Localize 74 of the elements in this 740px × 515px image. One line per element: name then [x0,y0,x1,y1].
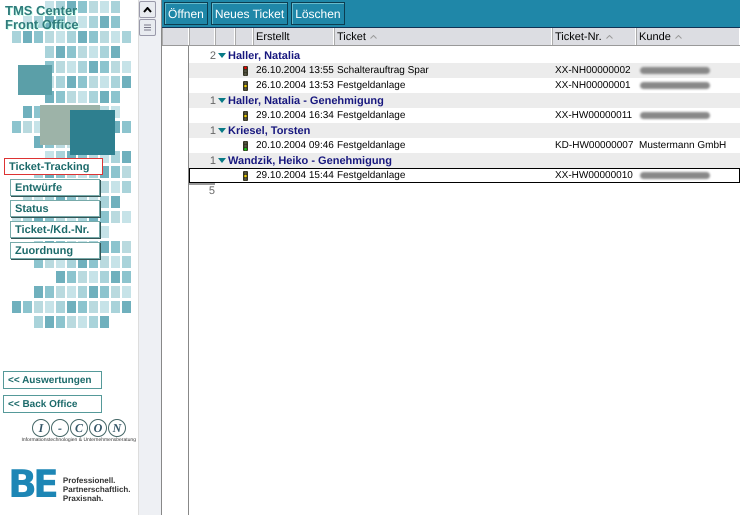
group-count: 1 [208,124,216,136]
logo-letter: I [32,419,50,437]
table-row[interactable]: 26.10.2004 13:53 Festgeldanlage XX-NH00000001 [189,78,740,93]
slogan-line: Partnerschaftlich. [62,485,130,494]
scrollbar[interactable] [138,0,156,515]
nav-link[interactable]: << Back Office [3,395,102,413]
table-cell-text: 20.10.2004 09:46 [255,140,335,152]
grip-icon [144,24,151,31]
table-cell-text: XX-NH00000001 [554,80,632,92]
table-row[interactable]: 26.10.2004 13:55 Schalterauftrag Spar XX-NH00000002 [189,63,740,78]
group-name: Haller, Natalia - Genehmigung [228,94,384,106]
app-title: Front Office [5,18,80,32]
table-cell-text: Mustermann GmbH [638,140,726,152]
table-cell-text: 26.10.2004 13:53 [255,80,335,92]
table-cell-text: Festgeldanlage [336,140,406,152]
group-name: Kriesel, Torsten [228,124,310,136]
table-row[interactable]: 29.10.2004 16:34 Festgeldanlage XX-HW00000011 [189,108,740,123]
table-cell-text: XX-HW00000010 [554,170,634,182]
logo-letter: C [70,419,88,437]
toolbar-button[interactable]: Löschen [291,2,345,25]
traffic-light-icon [242,170,248,180]
table-cell-text: KD-HW00000007 [554,140,634,152]
traffic-light-icon [242,110,248,120]
scroll-thumb[interactable] [139,19,156,36]
group-count: 1 [208,154,216,166]
table-cell-text: 29.10.2004 16:34 [255,110,335,122]
app-title: TMS Center [5,4,78,18]
column-header[interactable]: Kunde [636,28,740,45]
nav-item[interactable]: Entwürfe [10,179,100,196]
scroll-up-button[interactable] [139,1,156,18]
group-count: 2 [208,50,216,62]
table-cell-text: Festgeldanlage [336,80,406,92]
header-cell [189,28,215,45]
group-name: Wandzik, Heiko - Genehmigung [228,154,392,166]
logo-letter: N [108,419,126,437]
toolbar-button[interactable]: Neues Ticket [210,2,288,25]
group-row[interactable]: 1 Kriesel, Torsten [189,123,740,138]
column-header[interactable]: Erstellt [253,28,334,45]
nav-item[interactable]: Ticket-Tracking [4,158,103,175]
group-name: Haller, Natalia [228,50,300,62]
header-cell [215,28,235,45]
nav-item[interactable]: Ticket-/Kd.-Nr. [10,221,100,238]
table-cell-text: 26.10.2004 13:55 [255,64,335,76]
slogan-line: Praxisnah. [62,494,104,503]
logo-letter: - [51,419,69,437]
table-cell-text: 29.10.2004 15:44 [255,170,335,182]
logo-letter: O [89,419,107,437]
header-cell [235,28,253,45]
column-header[interactable]: Ticket [334,28,552,45]
expand-icon[interactable] [218,126,226,134]
table-row[interactable]: 29.10.2004 15:44 Festgeldanlage XX-HW00000010 [189,168,740,183]
column-header[interactable]: Ticket-Nr. [552,28,636,45]
table-cell-text: Festgeldanlage [336,110,406,122]
expand-icon[interactable] [218,156,226,164]
slogan-line: Professionell. [62,476,116,485]
table-cell-text: Schalterauftrag Spar [336,64,430,76]
group-row[interactable]: 1 Wandzik, Heiko - Genehmigung [189,153,740,168]
nav-item[interactable]: Zuordnung [10,242,100,259]
toolbar-button[interactable]: Öffnen [164,2,208,25]
table-cell-text: Festgeldanlage [336,170,406,182]
traffic-light-icon [242,66,248,76]
nav-link[interactable]: << Auswertungen [3,371,102,389]
table-cell-text: XX-HW00000011 [554,110,634,122]
group-count: 1 [208,94,216,106]
nav-item[interactable]: Status [10,200,100,217]
table-cell-text: XX-NH00000002 [554,64,632,76]
traffic-light-icon [242,80,248,90]
expand-icon[interactable] [218,96,226,104]
traffic-light-icon [242,140,248,150]
expand-icon[interactable] [218,52,226,60]
group-row[interactable]: 1 Haller, Natalia - Genehmigung [189,93,740,108]
total-count: 5 [189,183,215,197]
logo-mark: BE [8,465,56,503]
table-row[interactable]: 20.10.2004 09:46 Festgeldanlage KD-HW00000007 Mustermann GmbH [189,138,740,153]
